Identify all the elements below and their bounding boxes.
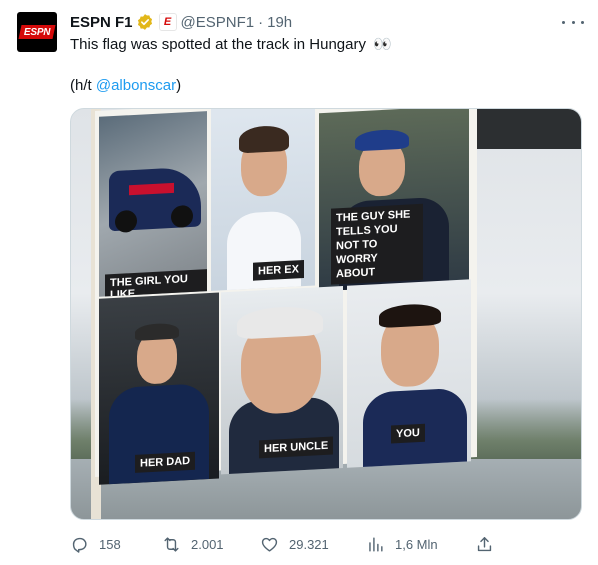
action-bar: 158 2.001 29.321 1,6 Mln	[70, 534, 498, 554]
display-name[interactable]: ESPN F1	[70, 14, 133, 31]
hat-tip: (h/t @albonscar)	[70, 76, 580, 96]
like-count: 29.321	[289, 536, 329, 552]
views-icon	[369, 536, 383, 552]
retweet-icon	[164, 536, 179, 552]
avatar[interactable]: ESPN	[17, 12, 57, 52]
panel-label: HER DAD	[135, 451, 196, 473]
views-button[interactable]: 1,6 Mln	[366, 535, 438, 554]
retweet-button[interactable]: 2.001	[162, 535, 224, 554]
share-button[interactable]	[475, 535, 494, 554]
panel-her-uncle: HER UNCLE	[221, 286, 343, 475]
eyes-emoji: 👀	[373, 36, 393, 53]
tweet-text-line: This flag was spotted at the track in Hu…	[70, 36, 366, 53]
panel-guy-not-to-worry: THE GUY SHE TELLS YOU NOT TO WORRY ABOUT	[319, 109, 469, 292]
reply-count: 158	[99, 536, 121, 552]
share-icon	[477, 536, 492, 551]
like-button[interactable]: 29.321	[260, 535, 329, 554]
views-count: 1,6 Mln	[395, 536, 438, 552]
panel-label: THE GIRL YOU LIKE	[105, 269, 207, 297]
mention-link[interactable]: @albonscar	[96, 77, 176, 94]
reply-icon	[72, 537, 87, 553]
race-car-image	[109, 166, 201, 232]
verified-gold-icon[interactable]	[136, 13, 154, 31]
panel-her-dad: HER DAD	[99, 292, 219, 485]
tweet-header: ESPN F1 E @ESPNF1 · 19h	[70, 12, 292, 32]
tweet-text: This flag was spotted at the track in Hu…	[70, 35, 580, 55]
hat-tip-prefix: (h/t	[70, 77, 96, 94]
timestamp[interactable]: 19h	[267, 14, 292, 31]
more-icon[interactable]	[562, 14, 584, 30]
panel-her-ex: HER EX	[211, 109, 315, 291]
avatar-logo: ESPN	[23, 26, 51, 38]
affiliate-badge[interactable]: E	[158, 13, 177, 31]
meme-flag: THE GIRL YOU LIKE HER EX THE GUY SHE TEL…	[95, 109, 477, 485]
like-icon	[261, 537, 278, 552]
panel-label: THE GUY SHE TELLS YOU NOT TO WORRY ABOUT	[331, 203, 423, 285]
panel-label: HER EX	[253, 260, 304, 281]
panel-you: YOU	[347, 279, 471, 468]
panel-label: YOU	[391, 423, 425, 444]
separator-dot: ·	[258, 13, 264, 31]
hat-tip-suffix: )	[176, 77, 182, 94]
retweet-count: 2.001	[191, 536, 224, 552]
tweet-photo[interactable]: THE GIRL YOU LIKE HER EX THE GUY SHE TEL…	[70, 108, 582, 520]
handle[interactable]: @ESPNF1	[181, 14, 255, 31]
panel-race-car: THE GIRL YOU LIKE	[99, 111, 207, 297]
reply-button[interactable]: 158	[70, 535, 121, 554]
tweet-card[interactable]: ESPN ESPN F1 E @ESPNF1 · 19h This flag w…	[0, 0, 598, 565]
